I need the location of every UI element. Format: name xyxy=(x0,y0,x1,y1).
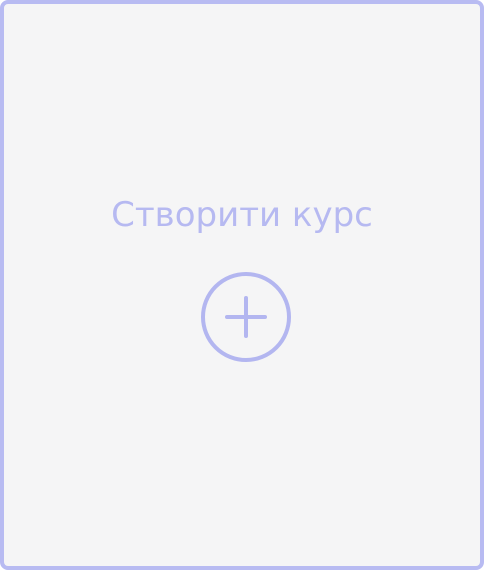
create-course-card[interactable]: Створити курс xyxy=(0,0,484,570)
plus-circle-icon xyxy=(201,272,291,362)
add-course-button[interactable] xyxy=(200,271,292,363)
create-course-label: Створити курс xyxy=(111,195,373,235)
